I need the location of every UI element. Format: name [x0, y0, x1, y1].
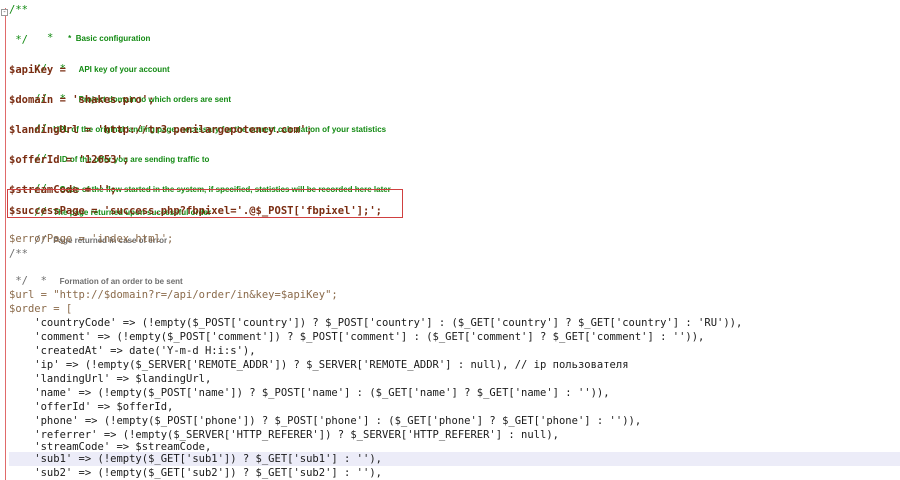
code-line[interactable]: /** — [9, 3, 28, 17]
comment-text: API key of your account — [78, 65, 170, 74]
code-line-current[interactable]: 'sub1' => (!empty($_GET['sub1']) ? $_GET… — [9, 452, 382, 466]
code-line[interactable]: * * Basic configuration — [9, 17, 150, 44]
code-line[interactable]: */ — [9, 33, 28, 47]
code-line[interactable]: // The page returned upon successful ord… — [9, 191, 211, 218]
gutter-marker-line — [5, 8, 6, 480]
code-line[interactable]: $domain = 'shakes.pro'; — [9, 93, 154, 107]
code-editor[interactable]: - /** * * Basic configuration */ // * AP… — [0, 0, 900, 480]
code-line[interactable]: $landingUrl = 'http://tr3.penilargepoten… — [9, 123, 312, 137]
code-line[interactable]: // ID of the offer you are sending traff… — [9, 138, 209, 165]
code-text: $errorPage = 'index.html'; — [9, 233, 174, 245]
code-line[interactable]: 'name' => (!empty($_POST['name']) ? $_PO… — [9, 386, 610, 400]
code-text: $successPage = 'success.php?fbpixel='.@$… — [9, 205, 382, 217]
code-text: 'sub2' => (!empty($_GET['sub2']) ? $_GET… — [9, 467, 382, 479]
fold-toggle-icon[interactable]: - — [1, 9, 8, 16]
code-text: 'createdAt' => date('Y-m-d H:i:s'), — [9, 345, 256, 357]
code-line[interactable]: $url = "http://$domain?r=/api/order/in&k… — [9, 288, 338, 302]
code-text: $url = "http://$domain?r=/api/order/in&k… — [9, 289, 338, 301]
code-line[interactable]: */ — [9, 274, 28, 288]
code-line[interactable]: 'comment' => (!empty($_POST['comment']) … — [9, 330, 704, 344]
code-line[interactable]: /** — [9, 247, 28, 261]
comment-mark: * — [34, 275, 60, 287]
code-line[interactable]: 'phone' => (!empty($_POST['phone']) ? $_… — [9, 414, 641, 428]
code-text: 'sub1' => (!empty($_GET['sub1']) ? $_GET… — [9, 453, 382, 465]
code-line[interactable]: 'landingUrl' => $landingUrl, — [9, 372, 211, 386]
code-line[interactable]: 'countryCode' => (!empty($_POST['country… — [9, 316, 742, 330]
code-text: 'comment' => (!empty($_POST['comment']) … — [9, 331, 705, 343]
comment-text: Formation of an order to be sent — [59, 277, 183, 286]
code-text: 'name' => (!empty($_POST['name']) ? $_PO… — [9, 387, 610, 399]
code-text: 'offerId' => $offerId, — [9, 401, 174, 413]
code-line[interactable]: 'offerId' => $offerId, — [9, 400, 173, 414]
code-text: 'ip' => (!empty($_SERVER['REMOTE_ADDR'])… — [9, 359, 629, 371]
code-line[interactable]: $apiKey = — [9, 63, 66, 77]
code-line[interactable]: // * Project domain to which orders are … — [9, 78, 231, 105]
editor-gutter: - — [0, 0, 8, 480]
code-line[interactable]: // Code of the flow started in the syste… — [9, 168, 391, 195]
code-text: 'phone' => (!empty($_POST['phone']) ? $_… — [9, 415, 642, 427]
code-line[interactable]: 'createdAt' => date('Y-m-d H:i:s'), — [9, 344, 256, 358]
code-line[interactable]: $errorPage = 'index.html'; — [9, 232, 173, 246]
code-line[interactable]: $order = [ — [9, 302, 72, 316]
code-line[interactable]: $offerId = '12653'; — [9, 153, 129, 167]
code-text: $landingUrl = 'http://tr3.penilargepoten… — [9, 124, 313, 136]
comment-text: * Basic configuration — [65, 34, 151, 43]
comment-mark: * — [34, 32, 66, 44]
code-text: 'landingUrl' => $landingUrl, — [9, 373, 212, 385]
code-text: $domain = 'shakes.pro'; — [9, 94, 155, 106]
code-text: $offerId = '12653'; — [9, 154, 130, 166]
code-line[interactable]: 'ip' => (!empty($_SERVER['REMOTE_ADDR'])… — [9, 358, 629, 372]
code-line[interactable]: 'sub2' => (!empty($_GET['sub2']) ? $_GET… — [9, 466, 382, 480]
code-line[interactable]: // * API key of your account — [9, 48, 169, 75]
code-line[interactable]: * Formation of an order to be sent — [9, 260, 183, 287]
code-line[interactable]: // UPL of the original landing page, nec… — [9, 108, 386, 135]
code-text: 'countryCode' => (!empty($_POST['country… — [9, 317, 743, 329]
code-line[interactable]: $successPage = 'success.php?fbpixel='.@$… — [9, 204, 382, 218]
code-line[interactable]: // Page returned in case of error — [9, 219, 167, 246]
code-text: $order = [ — [9, 303, 73, 315]
